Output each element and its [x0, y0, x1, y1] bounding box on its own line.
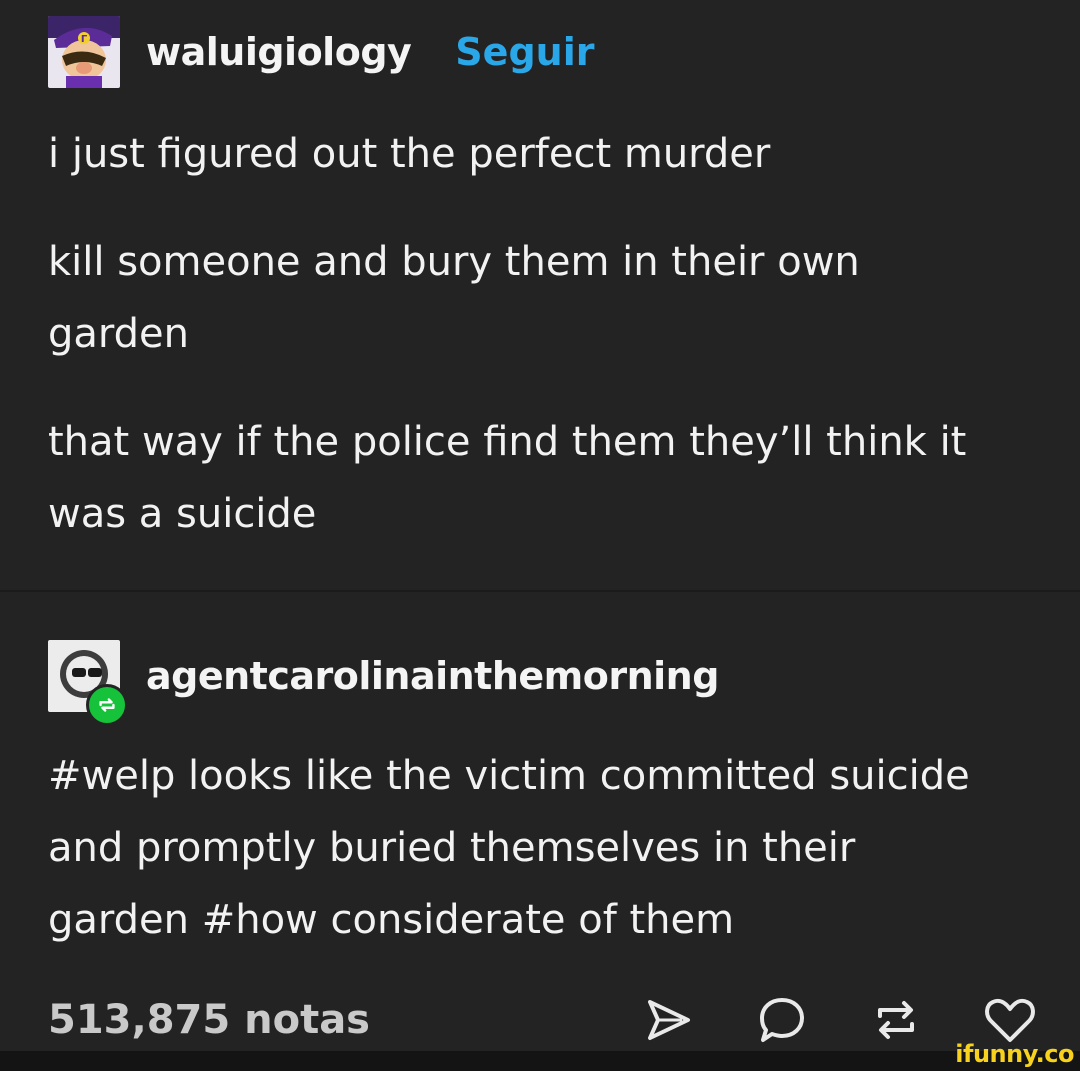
post-paragraph-1: i just figured out the perfect murder — [48, 131, 771, 177]
waluigi-avatar[interactable]: Γ — [48, 16, 120, 88]
post-username[interactable]: waluigiology — [146, 30, 412, 74]
reblog-icon[interactable] — [868, 992, 924, 1048]
reblog-tags: #welp looks like the victim committed su… — [48, 753, 970, 943]
post-paragraph-3: that way if the police find them they’ll… — [48, 419, 967, 537]
post-header: Γ waluigiology Seguir — [48, 16, 594, 88]
svg-text:Γ: Γ — [81, 34, 88, 45]
follow-button[interactable]: Seguir — [455, 30, 594, 74]
comment-icon[interactable] — [754, 992, 810, 1048]
watermark-bar — [0, 1051, 1080, 1071]
reblog-header: agentcarolinainthemorning — [48, 640, 719, 726]
post-paragraph-2: kill someone and bury them in their own … — [48, 239, 860, 357]
share-icon[interactable] — [640, 992, 696, 1048]
reblogger-avatar[interactable] — [48, 640, 128, 726]
ifunny-watermark: ifunny.co — [955, 1040, 1074, 1068]
reblog-divider — [0, 590, 1080, 592]
reblog-username[interactable]: agentcarolinainthemorning — [146, 654, 719, 698]
notes-count[interactable]: 513,875 notas — [48, 997, 370, 1043]
waluigi-avatar-image: Γ — [48, 16, 120, 88]
reblog-badge-icon — [86, 684, 128, 726]
post-footer: 513,875 notas — [48, 990, 1038, 1050]
